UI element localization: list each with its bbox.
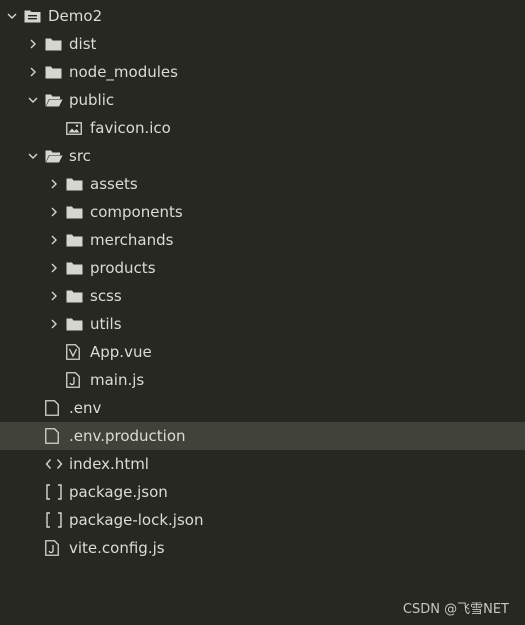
- tree-item-label: Demo2: [48, 7, 103, 25]
- chevron-right-icon[interactable]: [48, 170, 60, 198]
- chevron-right-icon[interactable]: [27, 30, 39, 58]
- tree-item-node-modules[interactable]: node_modules: [0, 58, 525, 86]
- folder-icon: [66, 254, 84, 282]
- json-file-icon: [45, 506, 63, 534]
- tree-item-utils[interactable]: utils: [0, 310, 525, 338]
- js-file-icon: [45, 534, 63, 562]
- tree-item-merchands[interactable]: merchands: [0, 226, 525, 254]
- chevron-right-icon[interactable]: [48, 198, 60, 226]
- tree-item-label: favicon.ico: [90, 119, 171, 137]
- tree-item-label: src: [69, 147, 91, 165]
- folder-icon: [45, 30, 63, 58]
- tree-item-favicon[interactable]: favicon.ico: [0, 114, 525, 142]
- folder-icon: [66, 170, 84, 198]
- vue-file-icon: [66, 338, 84, 366]
- chevron-down-icon[interactable]: [27, 142, 39, 170]
- watermark: CSDN @飞雪NET: [402, 602, 509, 617]
- folder-icon: [45, 58, 63, 86]
- chevron-right-icon[interactable]: [48, 282, 60, 310]
- folder-icon: [66, 226, 84, 254]
- tree-item-main-js[interactable]: main.js: [0, 366, 525, 394]
- tree-item-dist[interactable]: dist: [0, 30, 525, 58]
- folder-icon: [66, 282, 84, 310]
- folder-open-icon: [45, 86, 63, 114]
- js-file-icon: [66, 366, 84, 394]
- json-file-icon: [45, 478, 63, 506]
- tree-item-demo2[interactable]: Demo2: [0, 2, 525, 30]
- tree-item-app-vue[interactable]: App.vue: [0, 338, 525, 366]
- tree-item-label: products: [90, 259, 156, 277]
- tree-item-src[interactable]: src: [0, 142, 525, 170]
- tree-item-label: vite.config.js: [69, 539, 165, 557]
- tree-item-scss[interactable]: scss: [0, 282, 525, 310]
- tree-item-assets[interactable]: assets: [0, 170, 525, 198]
- folder-icon: [66, 198, 84, 226]
- tree-item-label: assets: [90, 175, 138, 193]
- tree-item-vite-config-js[interactable]: vite.config.js: [0, 534, 525, 562]
- chevron-right-icon[interactable]: [48, 254, 60, 282]
- tree-item-label: App.vue: [90, 343, 152, 361]
- chevron-right-icon[interactable]: [27, 58, 39, 86]
- folder-open-icon: [45, 142, 63, 170]
- tree-item-label: merchands: [90, 231, 174, 249]
- tree-item-label: .env.production: [69, 427, 186, 445]
- chevron-right-icon[interactable]: [48, 226, 60, 254]
- chevron-down-icon[interactable]: [27, 86, 39, 114]
- tree-item-package-json[interactable]: package.json: [0, 478, 525, 506]
- tree-item-label: utils: [90, 315, 122, 333]
- html-file-icon: [45, 450, 63, 478]
- tree-item-public[interactable]: public: [0, 86, 525, 114]
- tree-item-index-html[interactable]: index.html: [0, 450, 525, 478]
- tree-item-label: public: [69, 91, 115, 109]
- tree-item-label: package-lock.json: [69, 511, 204, 529]
- tree-item-components[interactable]: components: [0, 198, 525, 226]
- file-icon: [45, 394, 63, 422]
- tree-item-label: components: [90, 203, 183, 221]
- tree-item-label: dist: [69, 35, 97, 53]
- file-tree: Demo2 dist node_modules public favicon.i…: [0, 0, 525, 625]
- tree-item-products[interactable]: products: [0, 254, 525, 282]
- file-icon: [45, 422, 63, 450]
- folder-icon: [66, 310, 84, 338]
- tree-item-label: scss: [90, 287, 122, 305]
- tree-item-env[interactable]: .env: [0, 394, 525, 422]
- tree-item-label: package.json: [69, 483, 168, 501]
- tree-item-env-production[interactable]: .env.production: [0, 422, 525, 450]
- tree-item-label: .env: [69, 399, 102, 417]
- chevron-right-icon[interactable]: [48, 310, 60, 338]
- tree-item-package-lock-json[interactable]: package-lock.json: [0, 506, 525, 534]
- chevron-down-icon[interactable]: [6, 2, 18, 30]
- project-folder-icon: [24, 2, 42, 30]
- tree-item-label: index.html: [69, 455, 149, 473]
- image-file-icon: [66, 114, 84, 142]
- tree-item-label: node_modules: [69, 63, 178, 81]
- tree-item-label: main.js: [90, 371, 145, 389]
